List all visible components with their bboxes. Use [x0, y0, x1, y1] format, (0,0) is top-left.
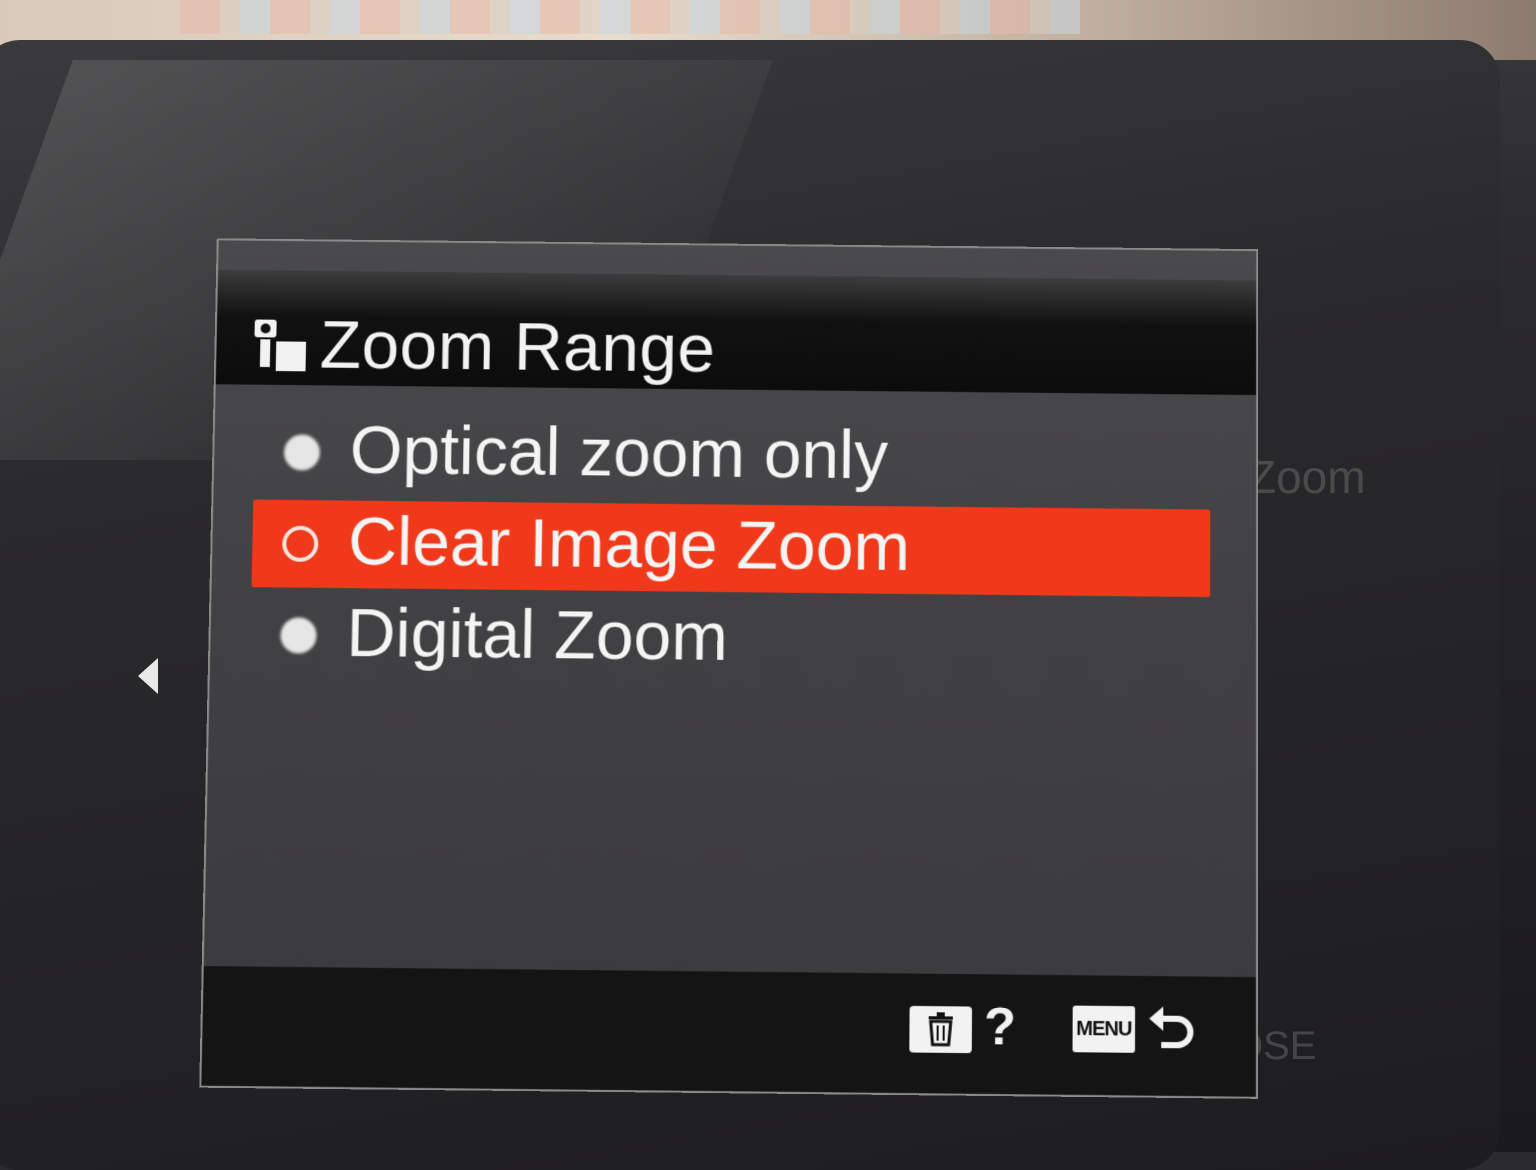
option-label: Clear Image Zoom — [348, 503, 911, 586]
radio-unselected-icon — [284, 434, 321, 470]
menu-footer: ? MENU — [201, 966, 1256, 1097]
option-label: Optical zoom only — [349, 411, 888, 494]
left-arrow-icon[interactable] — [138, 658, 158, 694]
option-label: Digital Zoom — [346, 594, 729, 676]
camera-settings-icon — [250, 314, 311, 378]
option-digital-zoom[interactable]: Digital Zoom — [250, 591, 1210, 689]
room-shelf — [180, 0, 1080, 34]
return-arrow-icon[interactable] — [1145, 1004, 1197, 1057]
trash-icon — [909, 1006, 972, 1053]
trash-button[interactable] — [909, 1006, 972, 1053]
camera-lcd-screen: Zoom Range Optical zoom only Clear Image… — [199, 238, 1258, 1098]
menu-header: Zoom Range — [216, 270, 1256, 395]
page-title: Zoom Range — [319, 306, 716, 387]
help-button[interactable]: ? — [984, 997, 1016, 1058]
radio-selected-icon — [282, 526, 319, 562]
zoom-range-options: Optical zoom only Clear Image Zoom Digit… — [250, 408, 1211, 693]
menu-button[interactable]: MENU — [1073, 1006, 1136, 1053]
reflected-text: Zoom — [1248, 450, 1366, 504]
option-clear-image-zoom[interactable]: Clear Image Zoom — [252, 500, 1211, 598]
option-optical-zoom-only[interactable]: Optical zoom only — [253, 408, 1210, 505]
camera-photo-background: Zoom OSE Zoom Range Optical zoom only Cl… — [0, 0, 1536, 1152]
radio-unselected-icon — [280, 617, 317, 653]
